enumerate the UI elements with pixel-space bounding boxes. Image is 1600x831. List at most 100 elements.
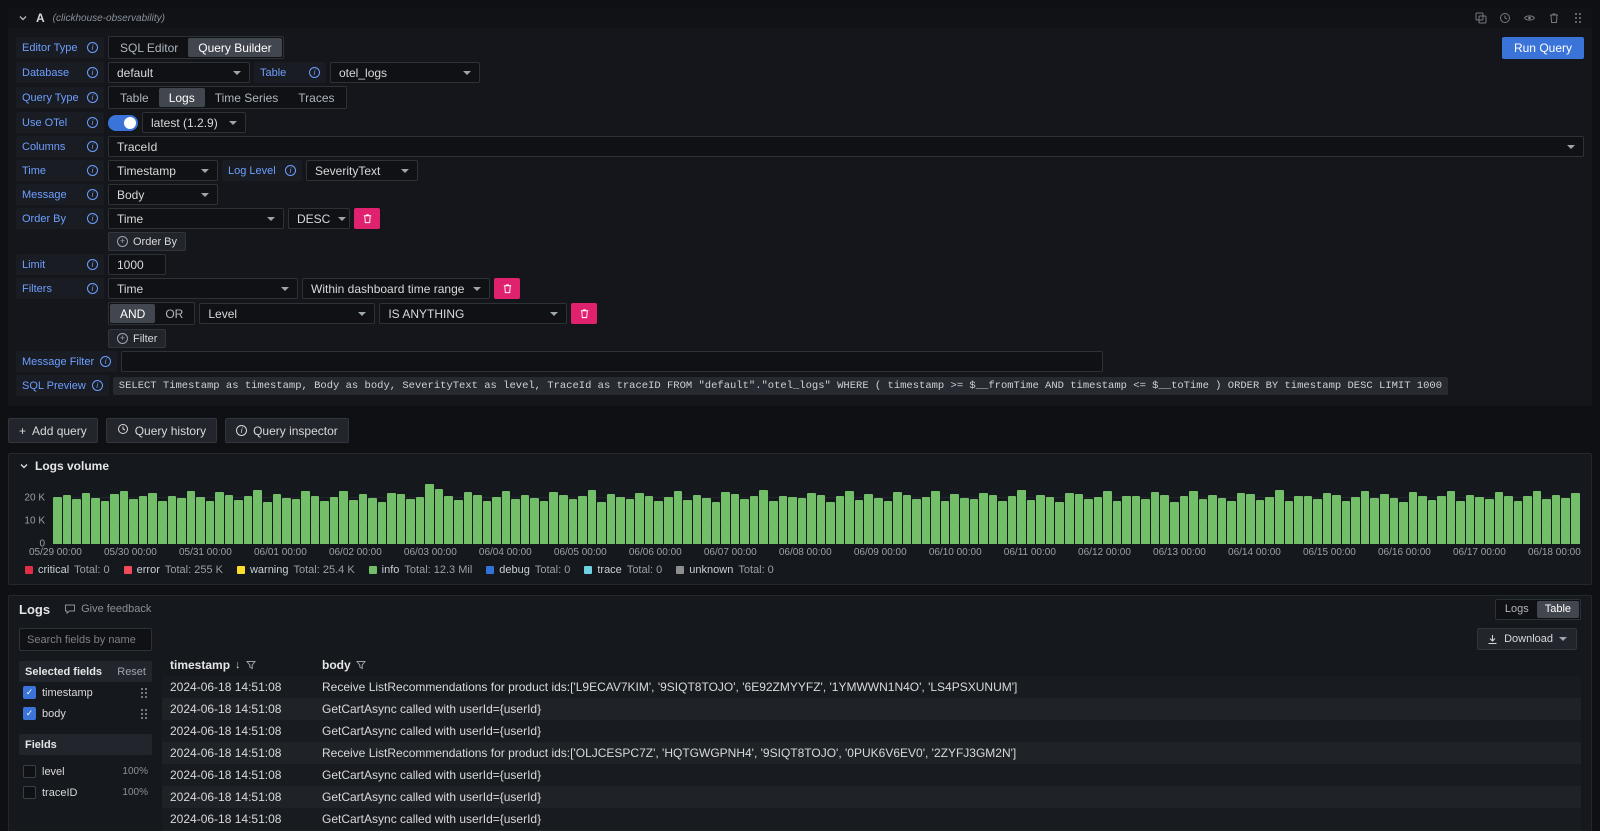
- info-icon[interactable]: i: [87, 213, 98, 224]
- selected-field-body[interactable]: ✓body: [19, 703, 152, 724]
- filter-level-select[interactable]: Level: [199, 303, 375, 324]
- message-filter-input[interactable]: [121, 351, 1103, 372]
- volume-bar: [1447, 491, 1456, 544]
- time-column-select[interactable]: Timestamp: [108, 160, 218, 181]
- database-select[interactable]: default: [108, 62, 250, 83]
- legend-marker: [676, 566, 684, 574]
- chevron-down-icon: [1567, 145, 1575, 149]
- log-level-select[interactable]: SeverityText: [306, 160, 418, 181]
- legend-item-critical[interactable]: criticalTotal: 0: [25, 564, 110, 576]
- drag-handle-icon[interactable]: [1574, 12, 1582, 24]
- query-history-button[interactable]: Query history: [106, 418, 217, 443]
- info-icon[interactable]: i: [87, 67, 98, 78]
- volume-bar: [1160, 495, 1169, 544]
- editor-type-sql-editor[interactable]: SQL Editor: [110, 38, 188, 57]
- legend-item-info[interactable]: infoTotal: 12.3 Mil: [369, 564, 473, 576]
- view-toggle-logs[interactable]: Logs: [1497, 601, 1537, 618]
- use-otel-toggle[interactable]: [108, 115, 138, 131]
- duplicate-query-icon[interactable]: [1475, 12, 1487, 24]
- reset-fields-button[interactable]: Reset: [117, 666, 146, 678]
- query-type-logs[interactable]: Logs: [159, 88, 205, 107]
- editor-type-query-builder[interactable]: Query Builder: [188, 38, 281, 57]
- volume-bar: [454, 500, 463, 544]
- checkbox-checked[interactable]: ✓: [23, 686, 36, 699]
- selected-field-timestamp[interactable]: ✓timestamp: [19, 682, 152, 703]
- legend-item-error[interactable]: errorTotal: 255 K: [124, 564, 223, 576]
- add-query-button[interactable]: + Add query: [8, 418, 98, 443]
- filter-operator-select[interactable]: IS ANYTHING: [379, 303, 567, 324]
- filter-field-select[interactable]: Time: [108, 278, 298, 299]
- view-toggle-table[interactable]: Table: [1537, 601, 1579, 618]
- hide-response-eye-icon[interactable]: [1523, 12, 1536, 24]
- checkbox-checked[interactable]: ✓: [23, 707, 36, 720]
- info-icon[interactable]: i: [87, 42, 98, 53]
- available-field-level[interactable]: level100%: [19, 761, 152, 782]
- query-editor-panel: A (clickhouse-observability) Editor Type…: [8, 8, 1592, 406]
- legend-item-unknown[interactable]: unknownTotal: 0: [676, 564, 774, 576]
- download-button[interactable]: Download: [1477, 628, 1577, 650]
- table-row[interactable]: 2024-06-18 14:51:08GetCartAsync called w…: [162, 786, 1581, 808]
- table-row[interactable]: 2024-06-18 14:51:08GetCartAsync called w…: [162, 720, 1581, 742]
- add-order-by-button[interactable]: + Order By: [108, 232, 186, 251]
- query-type-table[interactable]: Table: [110, 88, 159, 107]
- info-icon[interactable]: i: [87, 117, 98, 128]
- remove-level-filter-button[interactable]: [571, 303, 597, 324]
- filter-icon[interactable]: [246, 660, 256, 670]
- x-axis-labels: 05/29 00:0005/30 00:0005/31 00:0006/01 0…: [29, 547, 1581, 558]
- query-row-header[interactable]: A (clickhouse-observability): [8, 8, 1592, 28]
- body-column-header[interactable]: body: [314, 658, 374, 672]
- query-inspector-button[interactable]: i Query inspector: [225, 418, 349, 443]
- otel-version-select[interactable]: latest (1.2.9): [142, 112, 246, 133]
- info-icon[interactable]: i: [87, 165, 98, 176]
- toggle-knob: [124, 117, 136, 129]
- limit-input[interactable]: 1000: [108, 254, 166, 275]
- info-icon[interactable]: i: [100, 356, 111, 367]
- info-icon[interactable]: i: [87, 259, 98, 270]
- collapse-chevron-icon[interactable]: [18, 13, 28, 23]
- logs-volume-header[interactable]: Logs volume: [9, 454, 1591, 478]
- query-history-icon[interactable]: [1499, 12, 1511, 24]
- query-type-traces[interactable]: Traces: [288, 88, 344, 107]
- query-type-time-series[interactable]: Time Series: [205, 88, 289, 107]
- info-icon[interactable]: i: [87, 189, 98, 200]
- remove-filter-button[interactable]: [494, 278, 520, 299]
- legend-item-warning[interactable]: warningTotal: 25.4 K: [237, 564, 355, 576]
- timestamp-column-header[interactable]: timestamp ↓: [162, 658, 314, 672]
- volume-bar: [320, 501, 329, 544]
- legend-item-debug[interactable]: debugTotal: 0: [486, 564, 570, 576]
- remove-order-by-button[interactable]: [354, 208, 380, 229]
- search-fields-input[interactable]: [19, 628, 152, 651]
- available-field-traceID[interactable]: traceID100%: [19, 782, 152, 803]
- table-row[interactable]: 2024-06-18 14:51:08GetCartAsync called w…: [162, 764, 1581, 786]
- info-icon[interactable]: i: [87, 283, 98, 294]
- drag-handle-icon[interactable]: [140, 708, 148, 720]
- and-option[interactable]: AND: [110, 304, 155, 323]
- legend-item-trace[interactable]: traceTotal: 0: [584, 564, 662, 576]
- sort-desc-icon[interactable]: ↓: [235, 659, 241, 671]
- add-filter-button[interactable]: + Filter: [108, 329, 166, 348]
- table-select[interactable]: otel_logs: [330, 62, 480, 83]
- drag-handle-icon[interactable]: [140, 687, 148, 699]
- info-icon[interactable]: i: [87, 92, 98, 103]
- give-feedback-link[interactable]: Give feedback: [64, 603, 151, 615]
- checkbox-unchecked[interactable]: [23, 786, 36, 799]
- info-icon[interactable]: i: [92, 380, 103, 391]
- table-row[interactable]: 2024-06-18 14:51:08Receive ListRecommend…: [162, 742, 1581, 764]
- table-row[interactable]: 2024-06-18 14:51:08GetCartAsync called w…: [162, 698, 1581, 720]
- info-icon[interactable]: i: [309, 67, 320, 78]
- run-query-button[interactable]: Run Query: [1502, 37, 1584, 59]
- message-column-select[interactable]: Body: [108, 184, 218, 205]
- or-option[interactable]: OR: [155, 304, 193, 323]
- order-by-direction-select[interactable]: DESC: [288, 208, 350, 229]
- checkbox-unchecked[interactable]: [23, 765, 36, 778]
- filter-condition-select[interactable]: Within dashboard time range: [302, 278, 490, 299]
- info-icon[interactable]: i: [87, 141, 98, 152]
- columns-multiselect[interactable]: TraceId: [108, 136, 1584, 157]
- volume-bar: [779, 496, 788, 544]
- info-icon[interactable]: i: [285, 165, 296, 176]
- filter-icon[interactable]: [356, 660, 366, 670]
- table-row[interactable]: 2024-06-18 14:51:08Receive ListRecommend…: [162, 676, 1581, 698]
- order-by-field-select[interactable]: Time: [108, 208, 284, 229]
- table-row[interactable]: 2024-06-18 14:51:08GetCartAsync called w…: [162, 808, 1581, 830]
- delete-query-icon[interactable]: [1548, 12, 1560, 24]
